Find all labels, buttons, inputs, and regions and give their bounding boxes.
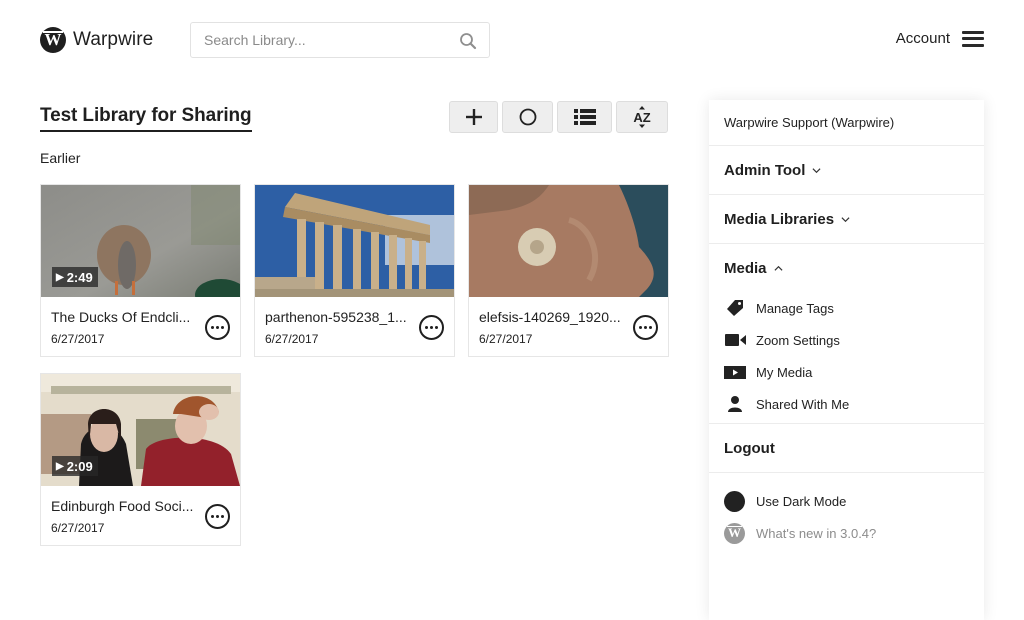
whats-new-link[interactable]: W What's new in 3.0.4? <box>724 517 969 549</box>
zoom-settings-label: Zoom Settings <box>756 332 840 348</box>
play-icon: ▶ <box>56 460 64 472</box>
menu-item-my-media[interactable]: My Media <box>724 356 969 388</box>
chevron-down-icon <box>841 216 850 222</box>
account-label: Account <box>895 30 950 47</box>
play-box-icon <box>724 363 746 381</box>
warpwire-logo[interactable]: W Warpwire <box>40 27 153 53</box>
media-date: 6/27/2017 <box>51 521 105 535</box>
media-thumbnail[interactable]: ▶ 2:49 <box>41 185 240 297</box>
dark-mode-toggle[interactable]: Use Dark Mode <box>724 485 969 517</box>
menu-item-manage-tags[interactable]: Manage Tags <box>724 292 969 324</box>
media-thumbnail[interactable]: ▶ 2:09 <box>41 374 240 486</box>
more-options-icon[interactable] <box>419 315 444 340</box>
admin-tool-label: Admin Tool <box>724 161 806 179</box>
list-view-button[interactable] <box>557 101 612 133</box>
shared-with-me-label: Shared With Me <box>756 396 850 412</box>
manage-tags-label: Manage Tags <box>756 300 834 316</box>
circle-icon <box>519 108 536 126</box>
more-options-icon[interactable] <box>633 315 658 340</box>
media-card[interactable]: elefsis-140269_1920... 6/27/2017 <box>468 184 669 357</box>
select-button[interactable] <box>502 101 553 133</box>
media-date: 6/27/2017 <box>265 332 319 346</box>
duration-text: 2:09 <box>66 458 93 474</box>
person-icon <box>724 395 746 413</box>
logout-button[interactable]: Logout <box>709 424 984 473</box>
media-date: 6/27/2017 <box>479 332 533 346</box>
logo-mark-letter: W <box>44 30 62 49</box>
media-thumbnail[interactable] <box>255 185 454 297</box>
media-card[interactable]: parthenon-595238_1... 6/27/2017 <box>254 184 455 357</box>
media-date: 6/27/2017 <box>51 332 105 346</box>
media-title[interactable]: The Ducks Of Endcli... <box>51 309 196 325</box>
hamburger-menu-icon <box>962 30 984 47</box>
dark-mode-label: Use Dark Mode <box>756 493 847 509</box>
account-menu-panel: Warpwire Support (Warpwire) Admin Tool M… <box>709 100 984 620</box>
more-options-icon[interactable] <box>205 504 230 529</box>
warpwire-logo-icon: W <box>40 27 66 53</box>
logout-label: Logout <box>724 439 775 457</box>
dark-mode-icon <box>724 490 745 512</box>
media-card[interactable]: ▶ 2:09 Edinburgh Food Soci... 6/27/2017 <box>40 373 241 546</box>
media-libraries-label: Media Libraries <box>724 210 835 228</box>
play-icon: ▶ <box>56 271 64 283</box>
search-input[interactable] <box>191 23 441 57</box>
current-user: Warpwire Support (Warpwire) <box>709 100 984 146</box>
duration-badge: ▶ 2:09 <box>52 456 98 476</box>
duration-text: 2:49 <box>66 269 93 285</box>
chevron-up-icon <box>774 265 783 271</box>
media-thumbnail[interactable] <box>469 185 668 297</box>
admin-tool-toggle[interactable]: Admin Tool <box>709 146 984 195</box>
media-label: Media <box>724 259 767 277</box>
search-icon[interactable] <box>459 32 477 50</box>
section-label-earlier: Earlier <box>40 150 81 166</box>
account-menu-button[interactable]: Account <box>896 30 984 47</box>
menu-item-shared-with-me[interactable]: Shared With Me <box>724 388 969 420</box>
video-camera-icon <box>724 331 746 349</box>
top-header: W Warpwire Account <box>0 0 1024 80</box>
media-libraries-toggle[interactable]: Media Libraries <box>709 195 984 244</box>
plus-icon <box>465 109 482 125</box>
whats-new-label: What's new in 3.0.4? <box>756 525 877 541</box>
panel-extras: Use Dark Mode W What's new in 3.0.4? <box>709 473 984 549</box>
list-view-icon <box>573 109 596 125</box>
brand-name: Warpwire <box>73 29 154 50</box>
chevron-down-icon <box>812 167 821 173</box>
media-title[interactable]: parthenon-595238_1... <box>265 309 410 325</box>
menu-item-zoom-settings[interactable]: Zoom Settings <box>724 324 969 356</box>
duration-badge: ▶ 2:49 <box>52 267 98 287</box>
search-box <box>190 22 490 58</box>
sort-az-label: AZ <box>633 110 650 125</box>
statue-thumbnail-image <box>469 185 668 297</box>
library-title[interactable]: Test Library for Sharing <box>40 105 252 132</box>
media-title[interactable]: elefsis-140269_1920... <box>479 309 624 325</box>
media-toggle[interactable]: Media <box>724 244 969 292</box>
warpwire-badge-icon: W <box>724 522 745 544</box>
media-title[interactable]: Edinburgh Food Soci... <box>51 498 196 514</box>
add-media-button[interactable] <box>449 101 498 133</box>
my-media-label: My Media <box>756 364 813 380</box>
library-toolbar: AZ <box>449 101 668 133</box>
tag-icon <box>724 299 746 317</box>
more-options-icon[interactable] <box>205 315 230 340</box>
media-section: Media Manage Tags Zoom Settings My Media <box>709 244 984 424</box>
parthenon-thumbnail-image <box>255 185 454 297</box>
sort-az-icon: AZ <box>633 106 651 128</box>
media-card[interactable]: ▶ 2:49 The Ducks Of Endcli... 6/27/2017 <box>40 184 241 357</box>
sort-button[interactable]: AZ <box>616 101 668 133</box>
